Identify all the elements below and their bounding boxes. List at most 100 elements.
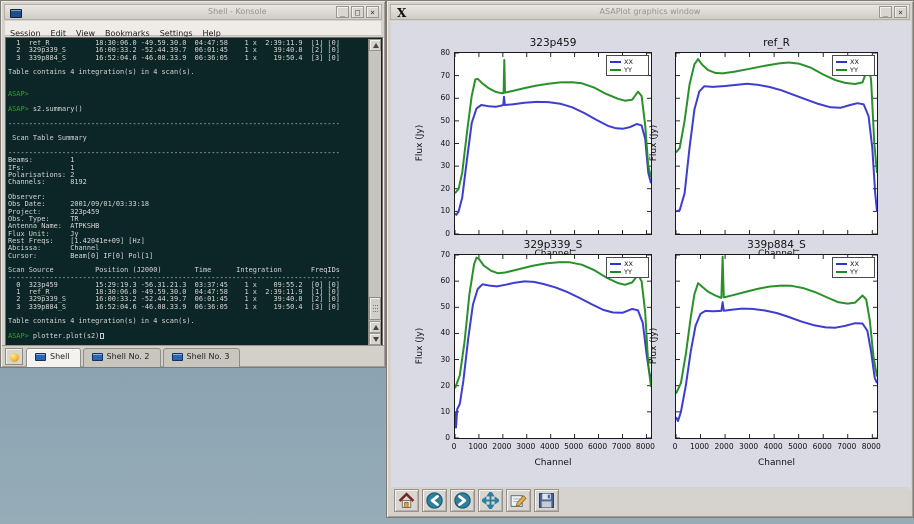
terminal-tab-icon [92,353,103,361]
konsole-app-icon [10,9,22,18]
tab-shell[interactable]: Shell [26,348,81,367]
new-session-icon [10,353,19,362]
scrollbar[interactable] [368,39,381,345]
legend-label: XX [624,58,633,66]
plot-title: ref_R [707,37,847,49]
x-axis-label: Channel [513,458,593,468]
home-icon [398,492,415,509]
plot-axes[interactable] [454,52,652,235]
legend-label: YY [850,268,858,276]
plot-axes[interactable] [675,52,878,235]
toolbar-home-button[interactable] [394,489,419,512]
y-tick-label: 50 [430,116,450,125]
legend-entry: YY [610,268,646,276]
desktop: Shell - Konsole _□× SessionEditViewBookm… [0,0,914,524]
terminal-line: ASAP> [8,91,368,98]
series-xx [676,302,877,421]
tab-shell-no-2[interactable]: Shell No. 2 [83,348,161,367]
minimize-button[interactable]: _ [879,6,892,18]
toolbar-forward-button[interactable] [450,489,475,512]
konsole-window: Shell - Konsole _□× SessionEditViewBookm… [0,0,386,368]
legend-entry: XX [836,260,872,268]
toolbar-pan-button[interactable] [478,489,503,512]
series-xx [455,97,651,215]
terminal-line [8,84,368,91]
x-tick-label: 8000 [630,442,660,451]
window-controls: _□× [336,6,379,18]
terminal-line: Scan Table Summary [8,135,368,142]
subplot-323p459: 323p45901020304050607080ChannelFlux (Jy)… [454,52,652,235]
plot-title: 339p884_S [707,239,847,251]
terminal-line: ASAP> s2.summary() [8,106,368,113]
legend-line-yy [610,271,621,273]
toolbar-edit-button[interactable] [506,489,531,512]
legend-label: YY [850,66,858,74]
close-button[interactable]: × [366,6,379,18]
legend-label: XX [850,260,859,268]
terminal-tab-icon [35,353,46,361]
y-tick-label: 40 [430,328,450,337]
tab-shell-no-3[interactable]: Shell No. 3 [163,348,241,367]
plot-title: 329p339_S [483,239,623,251]
series-xx [455,281,651,427]
legend-line-xx [610,61,621,63]
scroll-up-button-2[interactable] [369,321,381,333]
edit-icon [510,492,527,509]
forward-icon [454,492,471,509]
subplot-ref_R: ref_RChannelFlux (Jy)XXYY [675,52,878,235]
terminal-tab-icon [172,353,183,361]
legend-line-yy [836,69,847,71]
subplot-329p339_S: 329p339_S0102030405060700100020003000400… [454,254,652,439]
legend-label: XX [624,260,633,268]
tabs: Shell Shell No. 2Shell No. 3 [26,348,242,367]
new-session-button[interactable] [5,348,23,365]
scroll-down-button[interactable] [369,333,381,345]
minimize-button[interactable]: _ [336,6,349,18]
y-tick-label: 10 [430,206,450,215]
y-tick-label: 30 [430,355,450,364]
terminal-line: Cursor: Beam[0] IF[0] Pol[1] [8,253,368,260]
x-tick-label: 8000 [856,442,886,451]
menubar: SessionEditViewBookmarksSettingsHelp [5,21,381,36]
legend: XXYY [606,257,649,278]
y-tick-label: 50 [430,302,450,311]
asaplot-titlebar[interactable]: X ASAPlot graphics window _× [390,4,910,20]
legend-entry: XX [610,260,646,268]
terminal[interactable]: 1 ref_R 18:30:06.0 -49.59.30.0 04:47:58 … [8,40,368,343]
y-tick-label: 20 [430,381,450,390]
konsole-titlebar[interactable]: Shell - Konsole _□× [4,4,382,20]
tab-bar: Shell Shell No. 2Shell No. 3 [2,345,384,366]
legend-entry: YY [836,268,872,276]
tab-label: Shell [50,352,70,361]
legend-line-xx [610,263,621,265]
toolbar-save-button[interactable] [534,489,559,512]
pan-icon [482,492,499,509]
y-tick-label: 30 [430,161,450,170]
prompt-label: ASAP> [8,332,29,340]
plot-canvas[interactable]: 323p45901020304050607080ChannelFlux (Jy)… [391,21,911,489]
toolbar-back-button[interactable] [422,489,447,512]
scroll-up-button[interactable] [369,39,381,51]
series-yy [676,59,877,173]
asaplot-window: X ASAPlot graphics window _× 323p4590102… [386,0,914,518]
terminal-line: ----------------------------------------… [8,121,368,128]
legend-line-xx [836,61,847,63]
series-yy [455,60,651,193]
window-title: Shell - Konsole [208,7,267,16]
legend-line-yy [610,69,621,71]
y-tick-label: 60 [430,93,450,102]
x-axis-label: Channel [737,458,817,468]
close-button[interactable]: × [894,6,907,18]
plot-axes[interactable] [454,254,652,439]
terminal-line: Table contains 4 integration(s) in 4 sca… [8,318,368,325]
legend-entry: YY [836,66,872,74]
y-tick-label: 10 [430,407,450,416]
subplot-339p884_S: 339p884_S0100020003000400050006000700080… [675,254,878,439]
terminal-line: ASAP> plotter.plot(s2) [8,333,368,340]
scrollbar-thumb[interactable] [369,297,381,320]
plot-axes[interactable] [675,254,878,439]
legend-label: YY [624,268,632,276]
legend: XXYY [606,55,649,76]
legend-line-yy [836,271,847,273]
maximize-button[interactable]: □ [351,6,364,18]
